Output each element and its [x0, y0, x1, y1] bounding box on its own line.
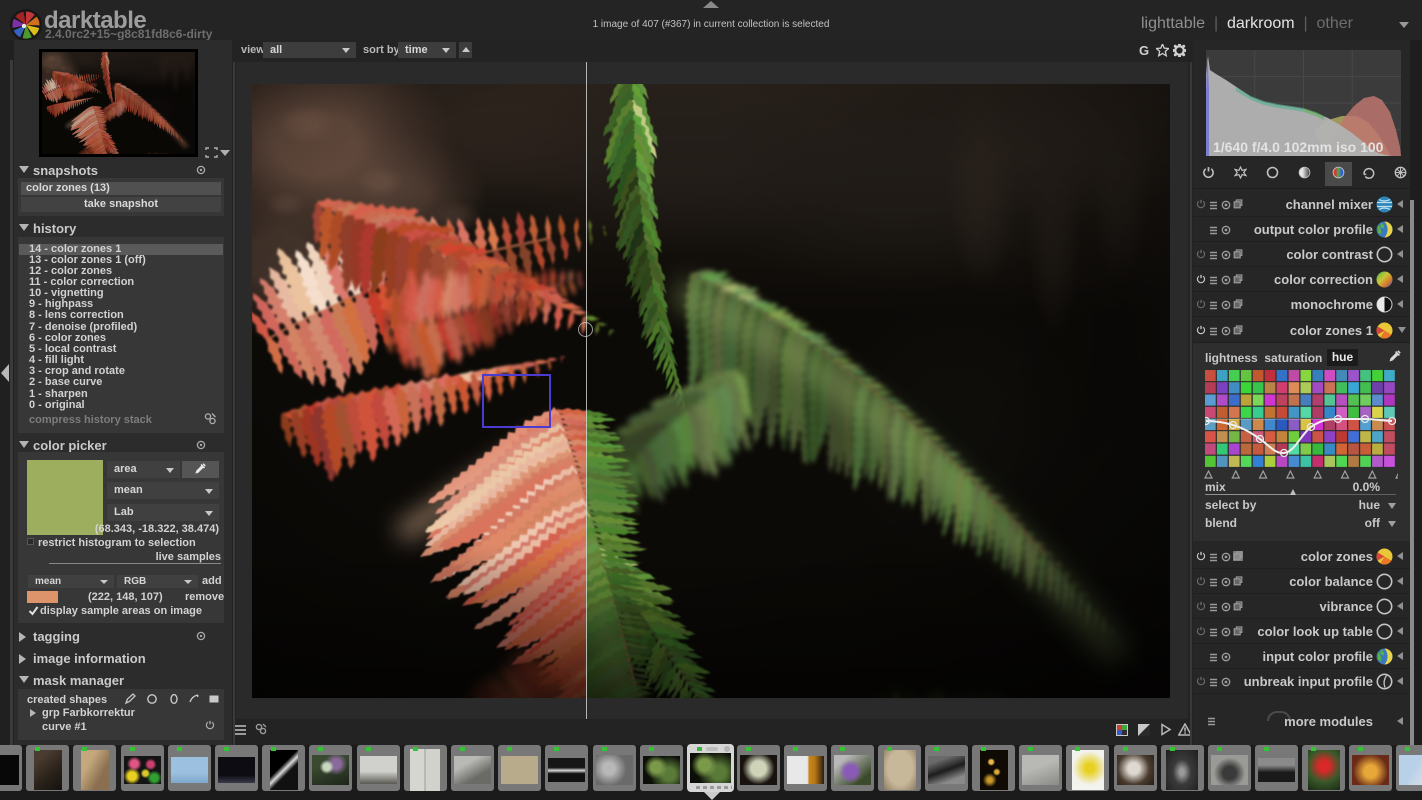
svg-text:1/640 f/4.0 102mm iso 100: 1/640 f/4.0 102mm iso 100	[1213, 139, 1384, 155]
